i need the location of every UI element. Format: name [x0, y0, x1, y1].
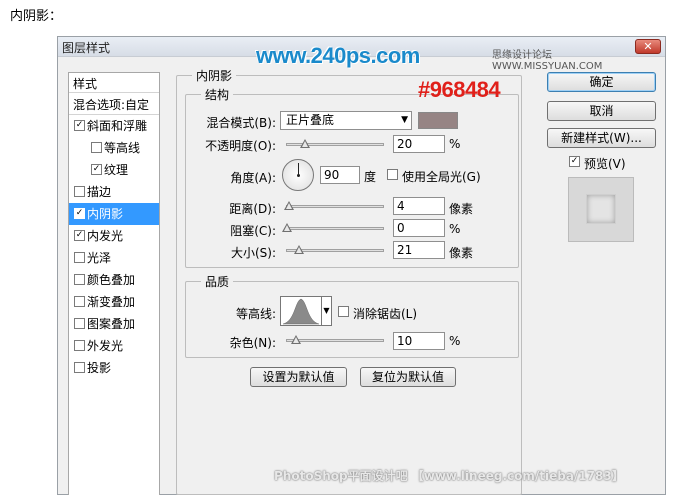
distance-slider[interactable]	[286, 205, 384, 208]
style-item-label: 外发光	[87, 339, 124, 353]
antialias-label: 消除锯齿(L)	[353, 307, 418, 321]
ok-button[interactable]: 确定	[547, 72, 656, 92]
blend-mode-label: 混合模式(B):	[206, 116, 276, 130]
shadow-color-swatch[interactable]	[418, 112, 458, 129]
style-item-checkbox[interactable]	[74, 318, 85, 329]
style-item[interactable]: 外发光	[69, 335, 159, 357]
style-item-checkbox[interactable]	[91, 142, 102, 153]
style-item-checkbox[interactable]: ✓	[91, 164, 102, 175]
angle-dial-center	[297, 174, 300, 177]
cancel-button[interactable]: 取消	[547, 101, 656, 121]
preview-checkbox[interactable]: ✓	[569, 156, 580, 167]
watermark-bottom: PhotoShop平面设计吧 【www.lineeg.com/tieba/178…	[274, 469, 624, 483]
blend-mode-value: 正片叠底	[286, 113, 335, 127]
layer-style-dialog: 图层样式 ✕ www.240ps.com 思缘设计论坛 WWW.MISSYUAN…	[57, 36, 666, 495]
watermark-hex: #968484	[418, 77, 501, 102]
style-item-checkbox[interactable]: ✓	[74, 120, 85, 131]
style-item-label: 渐变叠加	[87, 295, 136, 309]
style-item-checkbox[interactable]	[74, 274, 85, 285]
distance-slider-thumb[interactable]	[284, 201, 294, 210]
style-item-checkbox[interactable]	[74, 252, 85, 263]
style-item-checkbox[interactable]: ✓	[74, 208, 85, 219]
size-slider-thumb[interactable]	[294, 245, 304, 254]
quality-title: 品质	[201, 273, 234, 290]
style-item-checkbox[interactable]	[74, 186, 85, 197]
make-default-button[interactable]: 设置为默认值	[250, 367, 347, 387]
contour-label: 等高线:	[235, 307, 276, 321]
opacity-slider-thumb[interactable]	[300, 139, 310, 148]
watermark-forum: 思缘设计论坛 WWW.MISSYUAN.COM	[492, 50, 603, 72]
style-item-label: 图案叠加	[87, 317, 136, 331]
angle-input[interactable]: 90	[320, 166, 360, 184]
global-light-checkbox[interactable]	[387, 169, 398, 180]
caption: 内阴影：	[10, 9, 63, 24]
size-input[interactable]: 21	[393, 241, 445, 259]
size-unit: 像素	[449, 246, 474, 260]
style-item-checkbox[interactable]: ✓	[74, 230, 85, 241]
style-list-header[interactable]: 样式	[69, 73, 159, 93]
style-item[interactable]: 光泽	[69, 247, 159, 269]
style-item[interactable]: 等高线	[69, 137, 159, 159]
choke-slider-thumb[interactable]	[282, 223, 292, 232]
style-item[interactable]: ✓ 内发光	[69, 225, 159, 247]
distance-input[interactable]: 4	[393, 197, 445, 215]
style-item[interactable]: 投影	[69, 357, 159, 379]
preview-thumbnail	[586, 194, 616, 224]
style-item[interactable]: ✓ 斜面和浮雕	[69, 115, 159, 137]
style-items: ✓ 斜面和浮雕 等高线 ✓ 纹理 描边 ✓ 内阴影 ✓ 内发光 光泽 颜色叠加 渐变叠加 图案叠加 外发光投…	[69, 115, 159, 379]
choke-input[interactable]: 0	[393, 219, 445, 237]
choke-slider[interactable]	[286, 227, 384, 230]
choke-unit: %	[449, 222, 461, 236]
opacity-unit: %	[449, 137, 461, 151]
style-item-label: 内阴影	[87, 207, 124, 221]
blend-mode-select[interactable]: 正片叠底 ▼	[280, 111, 412, 130]
style-item[interactable]: 图案叠加	[69, 313, 159, 335]
new-style-button[interactable]: 新建样式(W)...	[547, 128, 656, 148]
contour-picker[interactable]	[280, 296, 322, 326]
style-preview	[568, 177, 634, 242]
angle-unit: 度	[364, 170, 377, 184]
opacity-label: 不透明度(O):	[205, 139, 276, 153]
style-item[interactable]: 颜色叠加	[69, 269, 159, 291]
style-item-label: 描边	[87, 185, 112, 199]
structure-title: 结构	[201, 86, 234, 103]
style-item[interactable]: ✓ 内阴影	[69, 203, 159, 225]
global-light-label: 使用全局光(G)	[402, 170, 481, 184]
style-item-checkbox[interactable]	[74, 362, 85, 373]
inner-shadow-title: 内阴影	[192, 67, 237, 84]
style-item-checkbox[interactable]	[74, 296, 85, 307]
reset-default-button[interactable]: 复位为默认值	[360, 367, 456, 387]
noise-input[interactable]: 10	[393, 332, 445, 350]
style-item-label: 纹理	[104, 163, 129, 177]
angle-dial[interactable]	[282, 159, 314, 191]
contour-curve-icon	[282, 298, 320, 325]
chevron-down-icon: ▼	[401, 115, 408, 125]
style-item-label: 斜面和浮雕	[87, 119, 148, 133]
blending-options-item[interactable]: 混合选项:自定	[69, 93, 159, 115]
dialog-title: 图层样式	[62, 41, 111, 55]
distance-label: 距离(D):	[229, 202, 276, 216]
noise-unit: %	[449, 334, 461, 348]
style-item[interactable]: ✓ 纹理	[69, 159, 159, 181]
watermark-site: www.240ps.com	[256, 43, 420, 68]
style-item-label: 光泽	[87, 251, 112, 265]
style-item-label: 投影	[87, 361, 112, 375]
noise-slider-thumb[interactable]	[291, 335, 301, 344]
distance-unit: 像素	[449, 202, 474, 216]
size-label: 大小(S):	[230, 246, 276, 260]
style-list: 样式 混合选项:自定 ✓ 斜面和浮雕 等高线 ✓ 纹理 描边 ✓ 内阴影 ✓ 内发光 光泽 颜色叠加渐…	[68, 72, 160, 495]
angle-label: 角度(A):	[230, 171, 276, 185]
style-item-label: 颜色叠加	[87, 273, 136, 287]
antialias-checkbox[interactable]	[338, 306, 349, 317]
style-item-checkbox[interactable]	[74, 340, 85, 351]
choke-label: 阻塞(C):	[230, 224, 276, 238]
noise-label: 杂色(N):	[229, 336, 276, 350]
contour-dropdown[interactable]: ▼	[322, 296, 332, 326]
style-item[interactable]: 描边	[69, 181, 159, 203]
style-item-label: 等高线	[104, 141, 141, 155]
preview-label: 预览(V)	[584, 157, 626, 171]
style-item-label: 内发光	[87, 229, 124, 243]
style-item[interactable]: 渐变叠加	[69, 291, 159, 313]
opacity-input[interactable]: 20	[393, 135, 445, 153]
